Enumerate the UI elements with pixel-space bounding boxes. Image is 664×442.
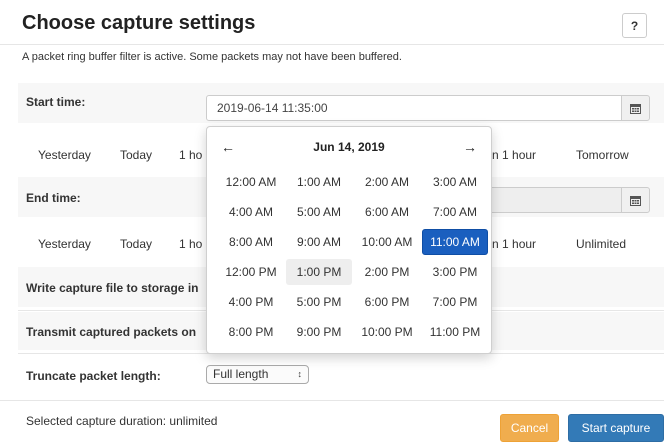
hour-option[interactable]: 11:00 PM xyxy=(422,319,488,345)
page-title: Choose capture settings xyxy=(22,12,256,34)
popup-header: ← Jun 14, 2019 → xyxy=(207,127,491,167)
hour-option[interactable]: 1:00 PM xyxy=(286,259,352,285)
next-arrow-icon[interactable]: → xyxy=(463,139,477,155)
hour-option[interactable]: 12:00 PM xyxy=(218,259,284,285)
truncate-selected-value: Full length xyxy=(213,367,269,381)
start-time-label: Start time: xyxy=(26,95,86,109)
select-arrows-icon: ↕ xyxy=(297,369,303,379)
help-button[interactable]: ? xyxy=(622,13,647,38)
start-quick-today[interactable]: Today xyxy=(120,148,152,162)
hour-option[interactable]: 10:00 AM xyxy=(354,229,420,255)
popup-date-title[interactable]: Jun 14, 2019 xyxy=(313,140,384,154)
start-time-input[interactable]: 2019-06-14 11:35:00 xyxy=(206,95,622,121)
start-quick-in-1-hour[interactable]: n 1 hour xyxy=(492,148,536,162)
start-quick-yesterday[interactable]: Yesterday xyxy=(38,148,91,162)
truncate-label: Truncate packet length: xyxy=(26,369,161,383)
calendar-icon xyxy=(630,195,641,206)
cancel-button[interactable]: Cancel xyxy=(500,414,559,442)
hour-option[interactable]: 6:00 PM xyxy=(354,289,420,315)
hour-option[interactable]: 12:00 AM xyxy=(218,169,284,195)
start-quick-tomorrow[interactable]: Tomorrow xyxy=(576,148,629,162)
hour-option[interactable]: 7:00 AM xyxy=(422,199,488,225)
hour-grid: 12:00 AM 1:00 AM 2:00 AM 3:00 AM 4:00 AM 5:00… xyxy=(217,167,489,347)
truncate-select[interactable]: Full length ↕ xyxy=(206,365,309,384)
transmit-label: Transmit captured packets on xyxy=(26,325,197,339)
end-quick-unlimited[interactable]: Unlimited xyxy=(576,237,626,251)
hour-option[interactable]: 11:00 AM xyxy=(422,229,488,255)
end-quick-1-hour[interactable]: 1 ho xyxy=(179,237,202,251)
hour-option[interactable]: 7:00 PM xyxy=(422,289,488,315)
hour-option[interactable]: 4:00 AM xyxy=(218,199,284,225)
hour-option[interactable]: 2:00 AM xyxy=(354,169,420,195)
end-quick-in-1-hour[interactable]: n 1 hour xyxy=(492,237,536,251)
hour-option[interactable]: 8:00 AM xyxy=(218,229,284,255)
hour-picker-popup: ← Jun 14, 2019 → 12:00 AM 1:00 AM 2:00 AM 3… xyxy=(206,126,492,354)
hour-option[interactable]: 9:00 PM xyxy=(286,319,352,345)
start-calendar-button[interactable] xyxy=(621,95,650,121)
capture-duration-status: Selected capture duration: unlimited xyxy=(26,414,218,428)
hour-option[interactable]: 2:00 PM xyxy=(354,259,420,285)
end-quick-yesterday[interactable]: Yesterday xyxy=(38,237,91,251)
hour-option[interactable]: 1:00 AM xyxy=(286,169,352,195)
hour-option[interactable]: 3:00 PM xyxy=(422,259,488,285)
prev-arrow-icon[interactable]: ← xyxy=(221,139,235,155)
hour-option[interactable]: 9:00 AM xyxy=(286,229,352,255)
header-divider xyxy=(0,44,664,45)
end-time-label: End time: xyxy=(26,191,81,205)
end-quick-today[interactable]: Today xyxy=(120,237,152,251)
calendar-icon xyxy=(630,103,641,114)
end-calendar-button[interactable] xyxy=(621,187,650,213)
start-quick-1-hour-ago[interactable]: 1 ho xyxy=(179,148,202,162)
hour-option[interactable]: 10:00 PM xyxy=(354,319,420,345)
hour-option[interactable]: 3:00 AM xyxy=(422,169,488,195)
ring-buffer-notice: A packet ring buffer filter is active. S… xyxy=(22,51,402,63)
hour-option[interactable]: 4:00 PM xyxy=(218,289,284,315)
hour-option[interactable]: 5:00 AM xyxy=(286,199,352,225)
write-storage-label: Write capture file to storage in xyxy=(26,281,199,295)
hour-option[interactable]: 6:00 AM xyxy=(354,199,420,225)
hour-option[interactable]: 8:00 PM xyxy=(218,319,284,345)
footer-divider xyxy=(0,400,664,401)
start-capture-button[interactable]: Start capture xyxy=(568,414,664,442)
hour-option[interactable]: 5:00 PM xyxy=(286,289,352,315)
